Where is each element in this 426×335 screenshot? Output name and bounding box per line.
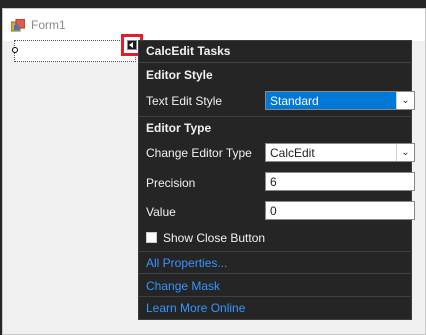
precision-value: 6	[270, 175, 277, 189]
text-edit-style-dropdown[interactable]: Standard ⌄	[265, 91, 415, 110]
chevron-down-icon[interactable]: ⌄	[396, 92, 414, 109]
value-input[interactable]: 0	[265, 201, 415, 220]
show-close-button-row[interactable]: Show Close Button	[146, 230, 407, 248]
change-editor-type-dropdown[interactable]: CalcEdit ⌄	[265, 143, 415, 162]
section-editor-style: Editor Style	[146, 68, 213, 82]
selection-handle[interactable]	[12, 47, 18, 53]
change-editor-type-row: Change Editor Type CalcEdit ⌄	[146, 142, 415, 164]
separator	[139, 273, 411, 274]
show-close-button-label: Show Close Button	[163, 231, 266, 245]
separator	[139, 62, 411, 63]
precision-label: Precision	[146, 176, 196, 190]
value-row: Value 0	[146, 200, 415, 222]
precision-input[interactable]: 6	[265, 172, 415, 191]
change-mask-link[interactable]: Change Mask	[146, 279, 220, 293]
separator	[139, 116, 411, 117]
calcedit-tasks-panel: CalcEdit Tasks Editor Style Text Edit St…	[138, 40, 415, 320]
all-properties-link[interactable]: All Properties...	[146, 256, 227, 270]
change-editor-type-label: Change Editor Type	[146, 146, 252, 160]
text-edit-style-row: Text Edit Style Standard ⌄	[146, 90, 415, 112]
form-title-bar: Form1	[3, 9, 425, 41]
panel-title: CalcEdit Tasks	[146, 44, 231, 58]
separator	[139, 296, 411, 297]
separator	[139, 251, 411, 252]
show-close-button-checkbox[interactable]	[146, 232, 157, 243]
form-title: Form1	[31, 18, 66, 32]
chevron-down-icon[interactable]: ⌄	[396, 144, 414, 161]
section-editor-type: Editor Type	[146, 121, 212, 135]
learn-more-online-link[interactable]: Learn More Online	[146, 301, 245, 315]
calc-edit-control[interactable]	[14, 40, 136, 62]
smart-tag-arrow-icon	[127, 40, 137, 50]
precision-row: Precision 6	[146, 171, 415, 193]
text-edit-style-value: Standard	[270, 94, 319, 108]
form-icon	[11, 19, 25, 32]
value-label: Value	[146, 205, 176, 219]
text-edit-style-label: Text Edit Style	[146, 94, 223, 108]
change-editor-type-value: CalcEdit	[270, 146, 315, 160]
value-value: 0	[270, 204, 277, 218]
